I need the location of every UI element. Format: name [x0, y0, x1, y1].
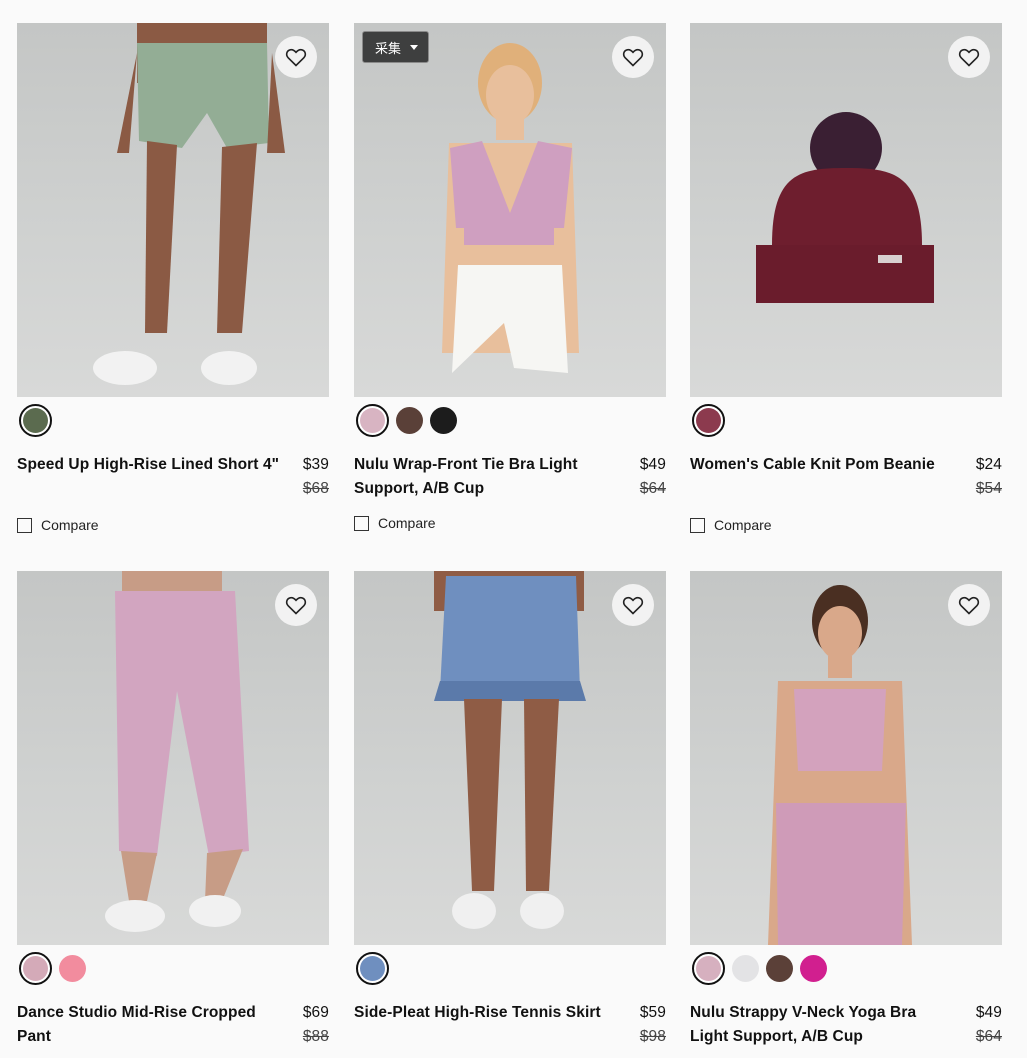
- compare-checkbox[interactable]: [354, 515, 369, 531]
- product-card[interactable]: Side-Pleat High-Rise Tennis Skirt $59 $9…: [354, 571, 666, 1049]
- product-image[interactable]: [690, 571, 1002, 945]
- color-swatch[interactable]: [356, 951, 389, 985]
- color-swatch[interactable]: [19, 403, 52, 437]
- product-name[interactable]: Speed Up High-Rise Lined Short 4": [17, 453, 279, 501]
- color-swatch[interactable]: [396, 406, 423, 434]
- color-swatch[interactable]: [692, 403, 725, 437]
- sale-price: $49: [639, 456, 666, 473]
- product-card[interactable]: 采集 Nulu Wrap-Front Tie Bra Light Support…: [354, 23, 666, 531]
- original-price: $64: [975, 1028, 1002, 1045]
- sale-price: $59: [639, 1004, 666, 1021]
- wishlist-button[interactable]: [612, 584, 654, 626]
- color-swatches: [17, 403, 329, 437]
- product-image[interactable]: 采集: [354, 23, 666, 397]
- sale-price: $24: [975, 456, 1002, 473]
- product-card[interactable]: Women's Cable Knit Pom Beanie $24 $54 Co…: [690, 23, 1002, 533]
- product-name[interactable]: Nulu Wrap-Front Tie Bra Light Support, A…: [354, 453, 619, 501]
- sale-price: $39: [302, 456, 329, 473]
- color-swatches: [354, 951, 666, 985]
- compare-control[interactable]: Compare: [690, 517, 1002, 533]
- collect-button[interactable]: 采集: [362, 31, 430, 63]
- color-swatch[interactable]: [356, 403, 389, 437]
- wishlist-button[interactable]: [948, 584, 990, 626]
- color-swatch[interactable]: [59, 954, 86, 982]
- compare-checkbox[interactable]: [690, 517, 705, 533]
- product-card[interactable]: Nulu Strappy V-Neck Yoga Bra Light Suppo…: [690, 571, 1002, 1049]
- compare-control[interactable]: Compare: [17, 517, 329, 533]
- color-swatch[interactable]: [692, 951, 725, 985]
- color-swatch[interactable]: [766, 954, 793, 982]
- product-image[interactable]: [690, 23, 1002, 397]
- color-swatch[interactable]: [19, 951, 52, 985]
- heart-outline-icon: [285, 596, 307, 615]
- product-grid: Speed Up High-Rise Lined Short 4" $39 $6…: [0, 0, 1027, 1058]
- sale-price: $69: [302, 1004, 329, 1021]
- product-image[interactable]: [17, 571, 329, 945]
- original-price: $88: [302, 1028, 329, 1045]
- color-swatches: [17, 951, 329, 985]
- product-card[interactable]: Dance Studio Mid-Rise Cropped Pant $69 $…: [17, 571, 329, 1049]
- compare-label: Compare: [714, 517, 772, 533]
- heart-outline-icon: [958, 48, 980, 67]
- original-price: $68: [302, 480, 329, 497]
- color-swatch[interactable]: [800, 954, 827, 982]
- wishlist-button[interactable]: [275, 584, 317, 626]
- wishlist-button[interactable]: [948, 36, 990, 78]
- color-swatch[interactable]: [732, 954, 759, 982]
- product-image[interactable]: [17, 23, 329, 397]
- compare-label: Compare: [41, 517, 99, 533]
- sale-price: $49: [975, 1004, 1002, 1021]
- color-swatches: [354, 403, 666, 437]
- original-price: $64: [639, 480, 666, 497]
- original-price: $98: [639, 1028, 666, 1045]
- color-swatches: [690, 403, 1002, 437]
- heart-outline-icon: [622, 596, 644, 615]
- heart-outline-icon: [958, 596, 980, 615]
- wishlist-button[interactable]: [275, 36, 317, 78]
- product-name[interactable]: Dance Studio Mid-Rise Cropped Pant: [17, 1001, 282, 1049]
- product-name[interactable]: Women's Cable Knit Pom Beanie: [690, 453, 935, 501]
- product-image[interactable]: [354, 571, 666, 945]
- compare-control[interactable]: Compare: [354, 515, 666, 531]
- product-name[interactable]: Side-Pleat High-Rise Tennis Skirt: [354, 1001, 601, 1049]
- wishlist-button[interactable]: [612, 36, 654, 78]
- collect-label: 采集: [375, 40, 402, 56]
- product-name[interactable]: Nulu Strappy V-Neck Yoga Bra Light Suppo…: [690, 1001, 955, 1049]
- compare-checkbox[interactable]: [17, 517, 32, 533]
- compare-label: Compare: [378, 515, 436, 531]
- heart-outline-icon: [285, 48, 307, 67]
- original-price: $54: [975, 480, 1002, 497]
- color-swatch[interactable]: [430, 406, 457, 434]
- product-card[interactable]: Speed Up High-Rise Lined Short 4" $39 $6…: [17, 23, 329, 533]
- heart-outline-icon: [622, 48, 644, 67]
- color-swatches: [690, 951, 1002, 985]
- caret-down-icon: [410, 44, 419, 50]
